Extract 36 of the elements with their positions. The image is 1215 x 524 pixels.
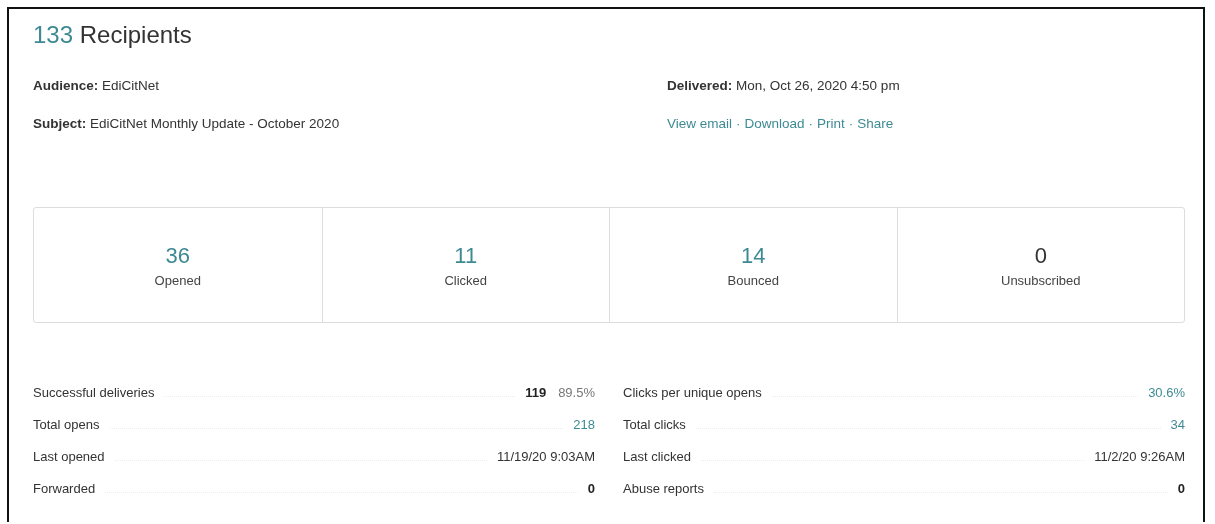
stat-value: 11/19/20 9:03AM	[496, 449, 595, 464]
stat-value: 0	[1177, 481, 1185, 496]
detail-text: Delivered: Mon, Oct 26, 2020 4:50 pm	[667, 78, 900, 93]
stat-percent: 89.5%	[558, 385, 595, 400]
stat-value: 11/2/20 9:26AM	[1094, 449, 1185, 464]
stat-label: Total clicks	[623, 417, 686, 432]
stat-label: Last opened	[33, 449, 105, 464]
separator-dot: ·	[808, 116, 814, 131]
stat-label: Forwarded	[33, 481, 96, 496]
stat-link[interactable]: 218	[573, 417, 595, 432]
metric-label: Clicked	[444, 272, 488, 288]
stat-label: Total opens	[33, 417, 100, 432]
metric-link[interactable]: 36	[165, 242, 190, 269]
metric-label: Unsubscribed	[1001, 272, 1081, 288]
metric-link[interactable]: 11	[454, 242, 478, 269]
stat-link[interactable]: 30.6%	[1148, 385, 1185, 400]
detail-text: Audience: EdiCitNet	[33, 78, 160, 93]
stat-value: 0	[587, 481, 595, 496]
stat-label: Clicks per unique opens	[623, 385, 762, 400]
separator-dot: ·	[736, 116, 741, 131]
separator-dot: ·	[848, 116, 854, 131]
action-link[interactable]: Share	[857, 116, 894, 131]
page-title: 133 Recipients	[33, 21, 192, 49]
action-link[interactable]: Print	[817, 116, 845, 131]
stat-label: Abuse reports	[623, 481, 704, 496]
metric-label: Bounced	[727, 272, 779, 288]
detail-text: Subject: EdiCitNet Monthly Update - October 2020	[33, 116, 340, 131]
stat-value: 119	[525, 385, 547, 400]
stat-label: Successful deliveries	[33, 385, 155, 400]
action-link[interactable]: Download	[744, 116, 805, 131]
metric-value: 0	[1034, 242, 1047, 269]
metric-label: Opened	[154, 272, 201, 288]
stat-link[interactable]: 34	[1170, 417, 1185, 432]
stat-label: Last clicked	[623, 449, 691, 464]
action-link[interactable]: View email	[667, 116, 733, 131]
metric-link[interactable]: 14	[741, 242, 766, 269]
